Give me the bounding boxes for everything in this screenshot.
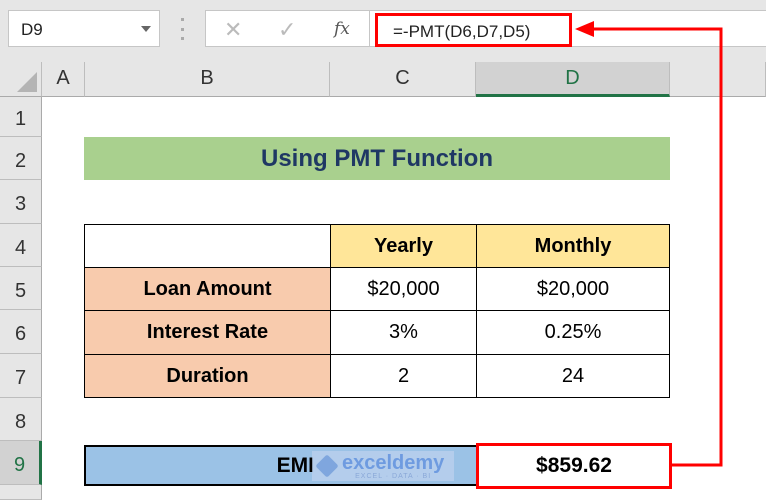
arrow-head-icon [575,21,594,37]
connector-line [590,27,723,467]
connector-arrow [575,21,723,467]
